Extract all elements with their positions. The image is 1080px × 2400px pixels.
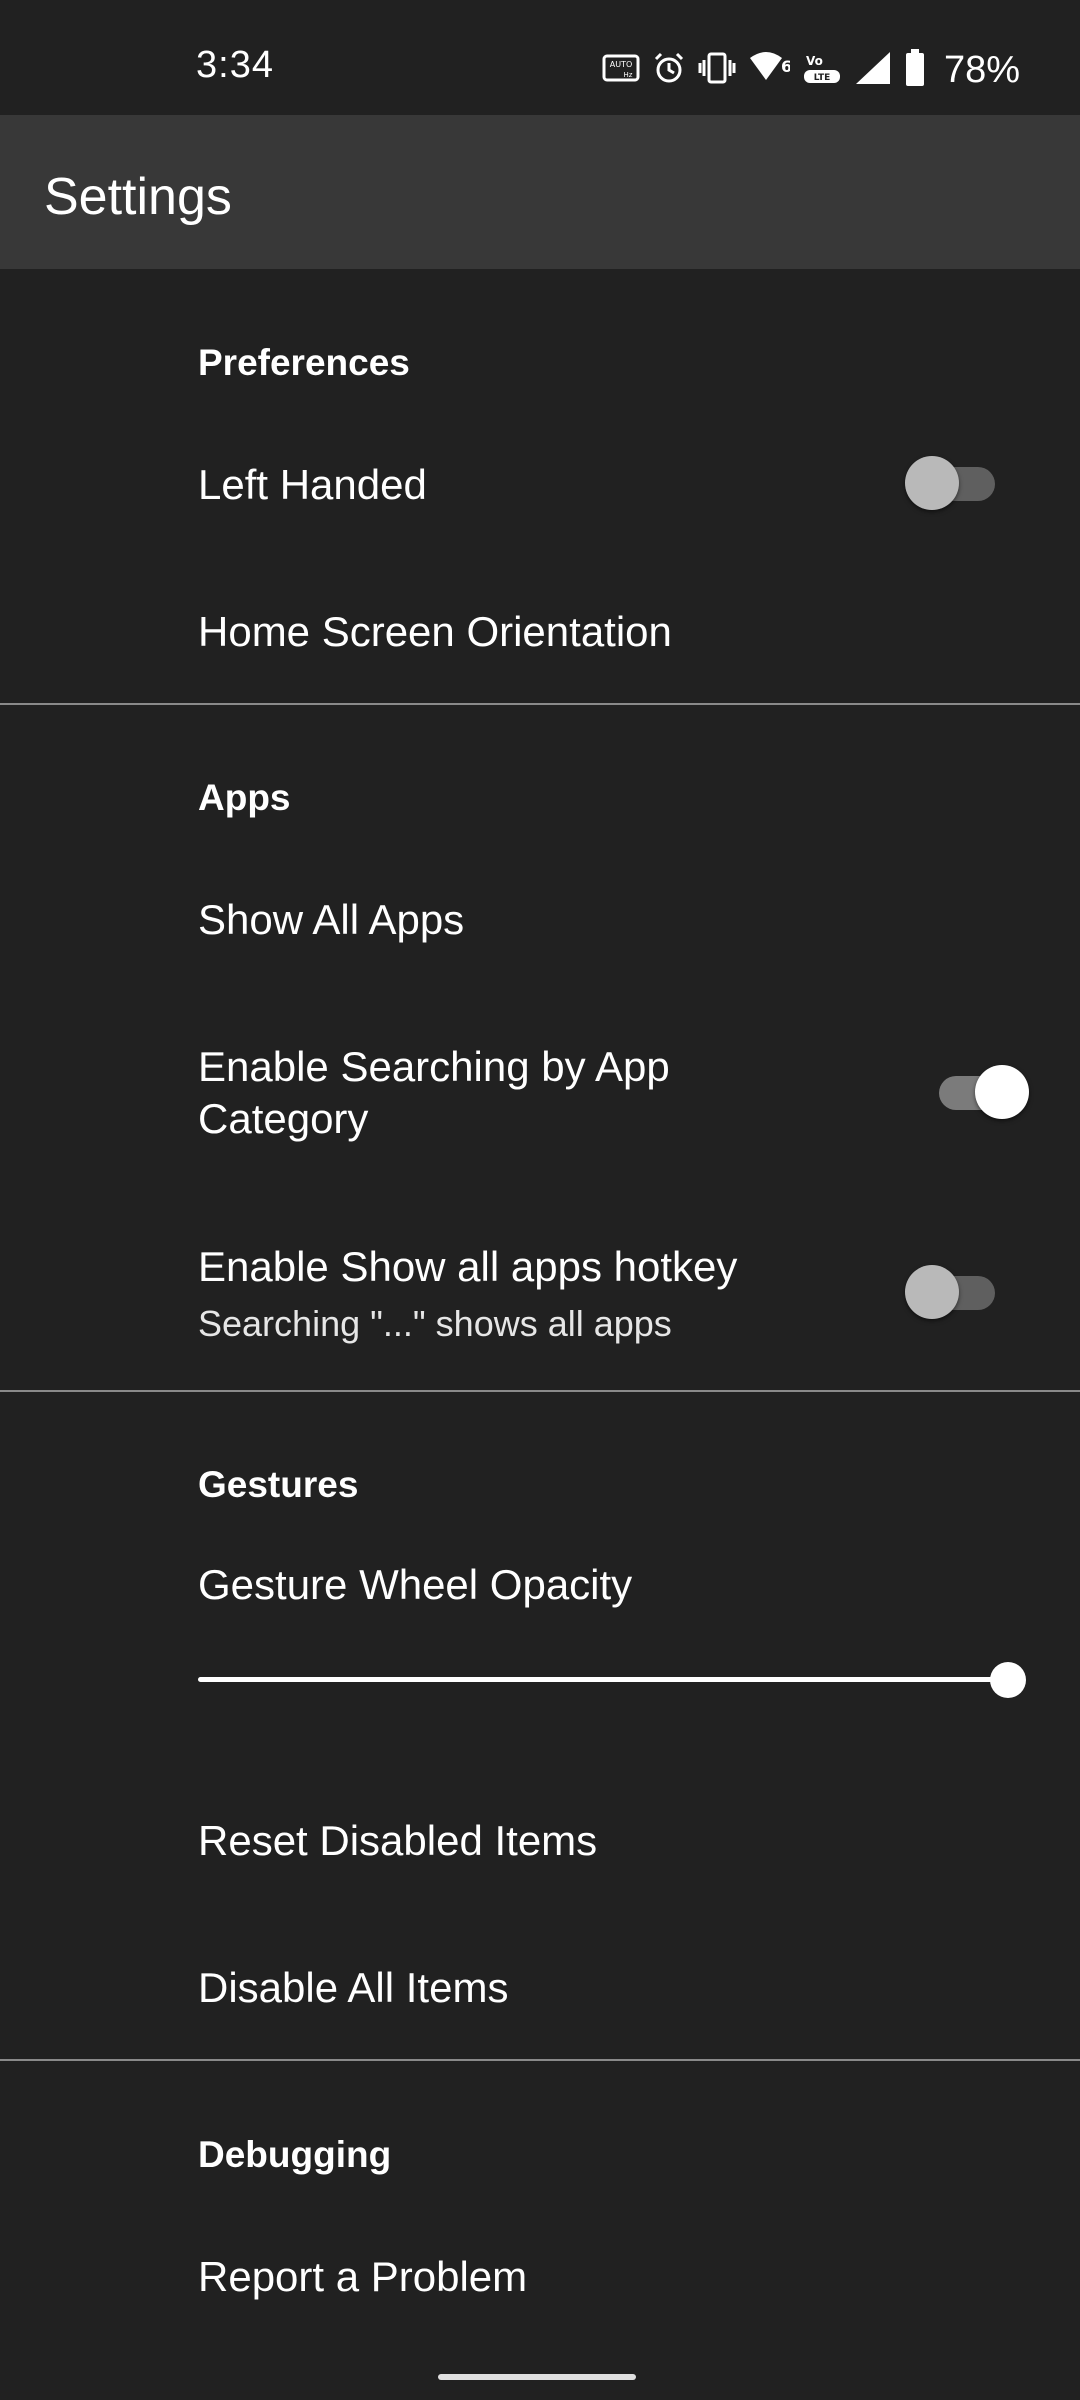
status-bar: 3:34 AUTO Hz 6 Vo LTE 78% bbox=[0, 0, 1080, 115]
section-divider bbox=[0, 1390, 1080, 1392]
switch-thumb bbox=[975, 1065, 1029, 1119]
pref-report-a-problem[interactable]: Report a Problem bbox=[198, 2251, 527, 2303]
section-header-apps: Apps bbox=[198, 777, 291, 818]
section-header-preferences: Preferences bbox=[198, 342, 410, 383]
alarm-icon bbox=[652, 51, 686, 90]
signal-icon bbox=[854, 50, 892, 91]
pref-search-by-category-title: Enable Searching by App Category bbox=[198, 1043, 670, 1142]
pref-home-screen-orientation[interactable]: Home Screen Orientation bbox=[198, 606, 672, 658]
switch-thumb bbox=[905, 456, 959, 510]
battery-icon bbox=[904, 48, 926, 92]
battery-percent: 78% bbox=[943, 48, 1020, 91]
svg-text:6: 6 bbox=[781, 57, 790, 76]
slider-thumb[interactable] bbox=[990, 1662, 1026, 1698]
pref-show-all-hotkey-title: Enable Show all apps hotkey bbox=[198, 1243, 738, 1290]
status-time: 3:34 bbox=[196, 44, 274, 86]
pref-show-all-hotkey-summary: Searching "..." shows all apps bbox=[198, 1303, 672, 1344]
show-all-hotkey-switch[interactable] bbox=[905, 1261, 1005, 1321]
auto-hz-icon: AUTO Hz bbox=[602, 52, 640, 89]
pref-disable-all-items[interactable]: Disable All Items bbox=[198, 1962, 508, 2014]
gesture-nav-handle[interactable] bbox=[438, 2374, 636, 2380]
status-icons: AUTO Hz 6 Vo LTE 78% bbox=[602, 40, 1080, 100]
switch-thumb bbox=[905, 1265, 959, 1319]
section-header-gestures: Gestures bbox=[198, 1464, 359, 1505]
section-divider bbox=[0, 2059, 1080, 2061]
app-bar: Settings bbox=[0, 115, 1080, 269]
volte-icon: Vo LTE bbox=[802, 50, 842, 91]
svg-text:LTE: LTE bbox=[814, 73, 831, 83]
section-divider bbox=[0, 703, 1080, 705]
pref-left-handed-title: Left Handed bbox=[198, 461, 427, 508]
search-by-category-switch[interactable] bbox=[929, 1061, 1029, 1121]
pref-gesture-wheel-opacity: Gesture Wheel Opacity bbox=[198, 1561, 633, 1608]
wifi-6-icon: 6 bbox=[748, 50, 792, 91]
svg-text:Hz: Hz bbox=[623, 71, 632, 79]
slider-rail bbox=[198, 1677, 1008, 1682]
page-title: Settings bbox=[44, 168, 232, 226]
left-handed-switch[interactable] bbox=[905, 452, 1005, 512]
svg-text:AUTO: AUTO bbox=[610, 60, 633, 69]
gesture-wheel-opacity-slider[interactable] bbox=[198, 1660, 1026, 1700]
pref-reset-disabled-items[interactable]: Reset Disabled Items bbox=[198, 1815, 597, 1867]
section-header-debugging: Debugging bbox=[198, 2134, 392, 2175]
svg-text:Vo: Vo bbox=[806, 54, 823, 68]
vibrate-icon bbox=[698, 51, 736, 90]
pref-show-all-apps[interactable]: Show All Apps bbox=[198, 894, 464, 946]
